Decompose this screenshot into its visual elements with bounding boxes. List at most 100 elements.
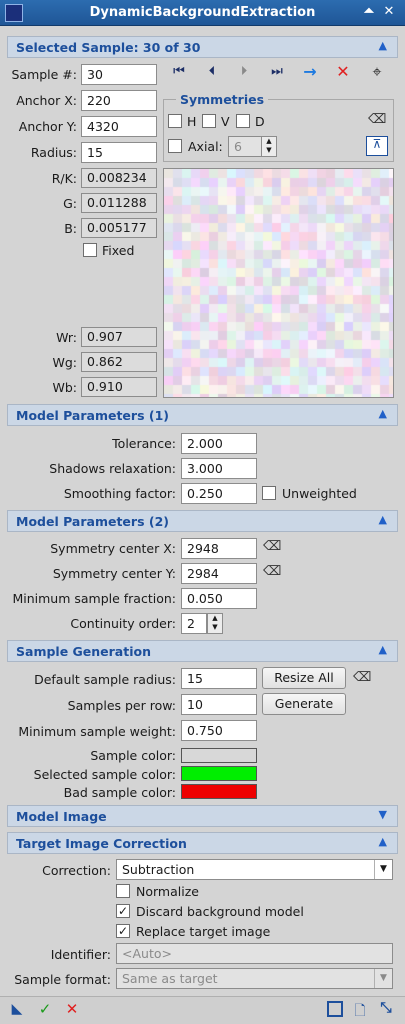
- axial-spinner[interactable]: ▲ ▼: [261, 136, 277, 157]
- v-checkbox[interactable]: [202, 114, 216, 128]
- anchor-x-field[interactable]: 220: [81, 90, 157, 111]
- sample-num-field[interactable]: 30: [81, 64, 157, 85]
- smoothing-factor-field[interactable]: 0.250: [181, 483, 257, 504]
- selected-sample-color-label: Selected sample color:: [33, 767, 176, 782]
- axial-checkbox[interactable]: [168, 139, 182, 153]
- tolerance-label: Tolerance:: [112, 436, 176, 451]
- continuity-order-spinner[interactable]: ▲ ▼: [207, 613, 223, 634]
- first-sample-icon[interactable]: ⏮: [170, 64, 188, 79]
- g-label: G:: [63, 196, 77, 211]
- close-icon[interactable]: ✕: [381, 4, 397, 20]
- unweighted-label: Unweighted: [282, 486, 357, 501]
- section-model-params-1[interactable]: Model Parameters (1) ▲: [7, 404, 398, 426]
- previous-sample-icon[interactable]: ⏴: [203, 64, 221, 79]
- dropdown-arrow-icon: ▼: [374, 860, 392, 879]
- continuity-order-field[interactable]: 2: [181, 613, 207, 634]
- selected-sample-color-swatch[interactable]: [181, 766, 257, 781]
- collapse-icon[interactable]: ▲: [379, 643, 387, 656]
- bad-sample-color-swatch[interactable]: [181, 784, 257, 799]
- min-sample-fraction-field[interactable]: 0.050: [181, 588, 257, 609]
- clear-y-icon[interactable]: ⌫: [263, 564, 281, 579]
- normalize-checkbox[interactable]: [116, 884, 130, 898]
- tolerance-field[interactable]: 2.000: [181, 433, 257, 454]
- h-checkbox[interactable]: [168, 114, 182, 128]
- section-title: Model Parameters (1): [16, 408, 169, 423]
- delete-sample-icon[interactable]: ✕: [333, 62, 353, 81]
- correction-value: Subtraction: [122, 862, 195, 877]
- samples-per-row-label: Samples per row:: [67, 698, 176, 713]
- wg-value: 0.862: [81, 352, 157, 372]
- symmetry-center-icon[interactable]: ⊼: [366, 136, 388, 156]
- min-sample-weight-label: Minimum sample weight:: [18, 724, 176, 739]
- sample-format-label: Sample format:: [14, 972, 111, 987]
- dropdown-arrow-icon: ▼: [374, 969, 392, 988]
- generate-button[interactable]: Generate: [262, 693, 346, 715]
- radius-label: Radius:: [30, 145, 77, 160]
- discard-background-checkbox[interactable]: ✓: [116, 904, 130, 918]
- fixed-checkbox[interactable]: [83, 243, 97, 257]
- identifier-label: Identifier:: [50, 947, 111, 962]
- min-sample-weight-field[interactable]: 0.750: [181, 720, 257, 741]
- window-title: DynamicBackgroundExtraction: [89, 5, 316, 20]
- clear-samples-icon[interactable]: ⌫: [353, 670, 371, 685]
- anchor-y-field[interactable]: 4320: [81, 116, 157, 137]
- symmetry-center-x-field[interactable]: 2948: [181, 538, 257, 559]
- symmetry-center-y-label: Symmetry center Y:: [52, 566, 176, 581]
- replace-target-checkbox[interactable]: ✓: [116, 924, 130, 938]
- collapse-icon[interactable]: ▲: [379, 513, 387, 526]
- replace-target-label: Replace target image: [136, 924, 271, 939]
- last-sample-icon[interactable]: ⏭: [268, 64, 286, 79]
- expand-icon[interactable]: ▼: [379, 808, 387, 821]
- default-sample-radius-label: Default sample radius:: [34, 672, 176, 687]
- smoothing-factor-label: Smoothing factor:: [63, 486, 176, 501]
- cancel-icon[interactable]: ✕: [63, 1000, 81, 1018]
- section-model-params-2[interactable]: Model Parameters (2) ▲: [7, 510, 398, 532]
- sample-color-swatch[interactable]: [181, 748, 257, 763]
- unweighted-checkbox[interactable]: [262, 486, 276, 500]
- section-sample-generation[interactable]: Sample Generation ▲: [7, 640, 398, 662]
- correction-select[interactable]: Subtraction ▼: [116, 859, 393, 880]
- wr-label: Wr:: [56, 330, 77, 345]
- section-title: Target Image Correction: [16, 836, 187, 851]
- identifier-field[interactable]: <Auto>: [116, 943, 393, 964]
- collapse-icon[interactable]: ▲: [379, 407, 387, 420]
- wb-label: Wb:: [52, 380, 77, 395]
- bad-sample-color-label: Bad sample color:: [63, 785, 176, 800]
- collapse-icon[interactable]: ▲: [379, 835, 387, 848]
- section-title: Model Image: [16, 809, 107, 824]
- edit-instance-icon[interactable]: 🗋: [352, 1000, 368, 1024]
- symmetry-center-y-field[interactable]: 2984: [181, 563, 257, 584]
- section-title: Sample Generation: [16, 644, 151, 659]
- section-target-correction[interactable]: Target Image Correction ▲: [7, 832, 398, 854]
- wb-value: 0.910: [81, 377, 157, 397]
- sample-format-value: Same as target: [122, 971, 218, 986]
- symmetry-center-x-label: Symmetry center X:: [50, 541, 176, 556]
- resize-all-button[interactable]: Resize All: [262, 667, 346, 689]
- sample-preview-canvas: [164, 169, 393, 397]
- d-checkbox[interactable]: [236, 114, 250, 128]
- clear-x-icon[interactable]: ⌫: [263, 539, 281, 554]
- samples-per-row-field[interactable]: 10: [181, 694, 257, 715]
- crosshair-icon[interactable]: ⌖: [367, 62, 387, 82]
- collapse-icon[interactable]: ▲: [379, 39, 387, 52]
- reset-icon[interactable]: ⤡: [377, 1000, 395, 1016]
- section-selected-sample[interactable]: Selected Sample: 30 of 30 ▲: [7, 36, 398, 58]
- g-value: 0.011288: [81, 193, 157, 213]
- go-to-sample-icon[interactable]: →: [300, 62, 320, 81]
- h-label: H: [187, 114, 197, 129]
- section-model-image[interactable]: Model Image ▼: [7, 805, 398, 827]
- radius-field[interactable]: 15: [81, 142, 157, 163]
- shadows-relaxation-field[interactable]: 3.000: [181, 458, 257, 479]
- axial-field[interactable]: 6: [228, 136, 262, 157]
- sample-format-select[interactable]: Same as target ▼: [116, 968, 393, 989]
- clear-symmetries-icon[interactable]: ⌫: [368, 112, 386, 127]
- anchor-y-label: Anchor Y:: [18, 119, 77, 134]
- apply-global-icon[interactable]: ✓: [36, 1000, 54, 1018]
- sample-color-label: Sample color:: [90, 748, 176, 763]
- browse-documentation-icon[interactable]: [327, 1001, 343, 1017]
- continuity-order-label: Continuity order:: [70, 616, 176, 631]
- rk-label: R/K:: [51, 171, 77, 186]
- new-instance-icon[interactable]: ◣: [8, 1001, 26, 1017]
- shade-icon[interactable]: ⏶: [361, 4, 377, 20]
- default-sample-radius-field[interactable]: 15: [181, 668, 257, 689]
